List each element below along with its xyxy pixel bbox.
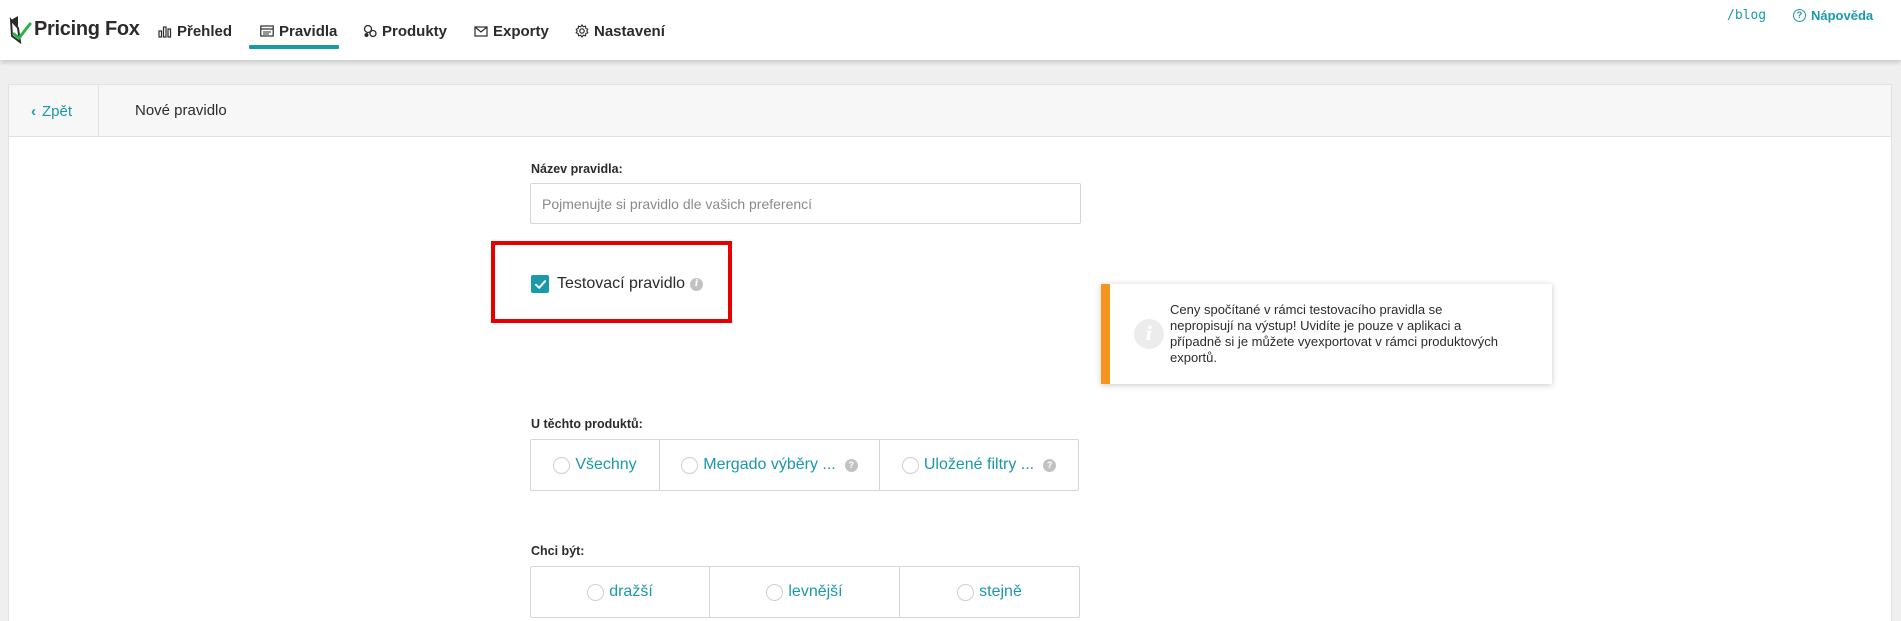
test-rule-checkbox[interactable] bbox=[531, 275, 549, 293]
want-radio-group: dražší levnější stejně bbox=[530, 566, 1080, 618]
rule-name-label: Název pravidla: bbox=[531, 162, 623, 176]
products-radio-group: Všechny Mergado výběry ... ? Uložené fil… bbox=[530, 439, 1079, 491]
top-navigation: Pricing Fox Přehled Pravidla Produkty Ex… bbox=[0, 0, 1901, 60]
bar-chart-icon bbox=[157, 23, 173, 39]
rule-name-input[interactable] bbox=[530, 183, 1081, 224]
radio-option-same[interactable]: stejně bbox=[900, 567, 1079, 617]
active-tab-indicator bbox=[249, 45, 339, 49]
radio-option-mergado[interactable]: Mergado výběry ... ? bbox=[660, 440, 880, 490]
notice-text: Ceny spočítané v rámci testovacího pravi… bbox=[1170, 302, 1499, 365]
radio-option-cheaper[interactable]: levnější bbox=[710, 567, 900, 617]
test-rule-notice: i Ceny spočítané v rámci testovacího pra… bbox=[1101, 284, 1552, 384]
radio-label: levnější bbox=[788, 583, 843, 600]
radio-label: dražší bbox=[609, 583, 653, 600]
checkmark-icon bbox=[534, 279, 546, 289]
logo[interactable]: Pricing Fox bbox=[8, 14, 140, 44]
rules-icon bbox=[259, 23, 275, 39]
back-button[interactable]: ‹ Zpět bbox=[9, 85, 99, 137]
question-icon[interactable]: ? bbox=[844, 458, 858, 472]
test-rule-label-text: Testovací pravidlo bbox=[557, 275, 686, 292]
help-link[interactable]: ? Nápověda bbox=[1793, 8, 1873, 23]
nav-item-produkty[interactable]: Produkty bbox=[362, 19, 447, 43]
radio-label: Mergado výběry ... bbox=[703, 456, 836, 473]
products-label: U těchto produktů: bbox=[531, 417, 643, 431]
nav-label: Přehled bbox=[177, 22, 233, 40]
radio-label: stejně bbox=[979, 583, 1022, 600]
nav-label: Produkty bbox=[382, 22, 448, 40]
radio-option-more-expensive[interactable]: dražší bbox=[531, 567, 710, 617]
rule-form-panel: ‹ Zpět Nové pravidlo bbox=[8, 84, 1892, 621]
nav-item-exporty[interactable]: Exporty bbox=[473, 19, 549, 43]
gear-icon bbox=[574, 23, 590, 39]
question-circle-icon: ? bbox=[1793, 9, 1806, 22]
radio-circle bbox=[587, 583, 605, 601]
help-link-label: Nápověda bbox=[1811, 8, 1874, 23]
radio-circle bbox=[553, 456, 571, 474]
question-icon[interactable]: ? bbox=[1043, 458, 1057, 472]
radio-circle bbox=[681, 456, 699, 474]
want-label: Chci být: bbox=[531, 544, 585, 558]
radio-label: Všechny bbox=[575, 456, 637, 473]
nav-label: Nastavení bbox=[594, 22, 665, 40]
panel-header: ‹ Zpět Nové pravidlo bbox=[9, 85, 1891, 137]
nav-item-pravidla[interactable]: Pravidla bbox=[259, 19, 337, 43]
radio-circle bbox=[766, 583, 784, 601]
radio-option-all[interactable]: Všechny bbox=[531, 440, 660, 490]
back-label: Zpět bbox=[42, 102, 73, 120]
products-icon bbox=[362, 23, 378, 39]
fox-logo-icon bbox=[9, 16, 32, 44]
blog-link[interactable]: /blog bbox=[1727, 8, 1766, 23]
nav-item-prehled[interactable]: Přehled bbox=[157, 19, 232, 43]
nav-label: Pravidla bbox=[279, 22, 338, 40]
page-title: Nové pravidlo bbox=[135, 102, 227, 119]
envelope-icon bbox=[473, 23, 489, 39]
nav-item-nastaveni[interactable]: Nastavení bbox=[574, 19, 665, 43]
brand-name: Pricing Fox bbox=[34, 17, 140, 40]
info-circle-icon: i bbox=[1134, 319, 1164, 349]
radio-label: Uložené filtry ... bbox=[923, 456, 1035, 473]
radio-option-saved-filters[interactable]: Uložené filtry ... ? bbox=[880, 440, 1078, 490]
test-rule-label: Testovací pravidlo i bbox=[557, 275, 704, 293]
chevron-left-icon: ‹ bbox=[31, 102, 36, 120]
nav-label: Exporty bbox=[493, 22, 549, 40]
info-icon[interactable]: i bbox=[690, 277, 704, 291]
radio-circle bbox=[957, 583, 975, 601]
radio-circle bbox=[901, 456, 919, 474]
